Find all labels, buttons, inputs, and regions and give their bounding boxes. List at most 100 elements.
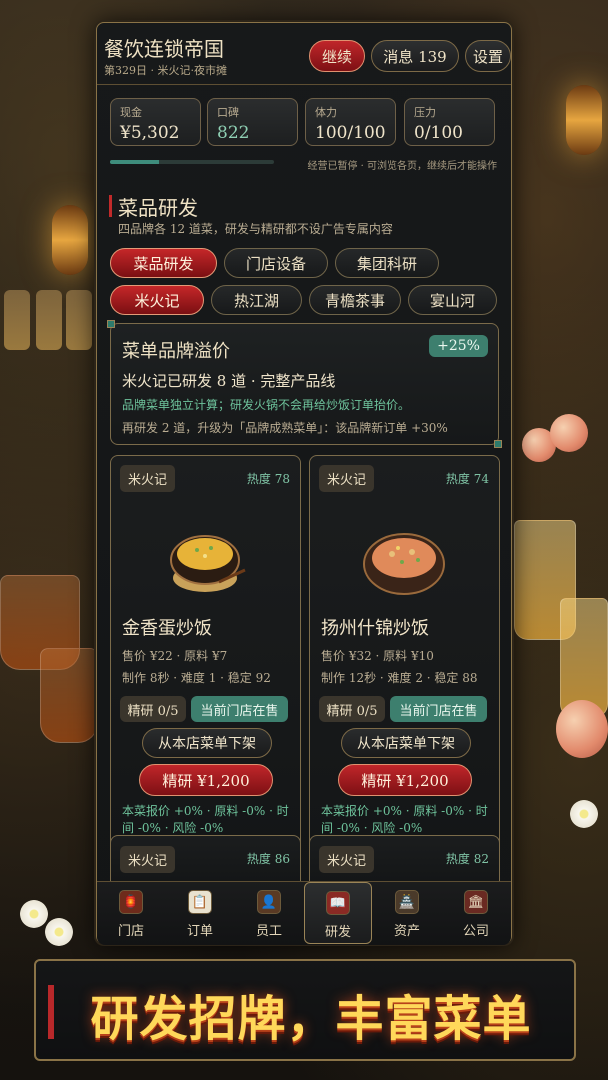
stat-value: 0/100 (414, 123, 463, 143)
banner-accent (48, 985, 54, 1039)
stat-value: 822 (217, 123, 250, 143)
flower-decoration (20, 900, 48, 928)
stat-label: 体力 (315, 106, 337, 119)
order-icon: 📋 (188, 890, 212, 914)
paused-notice: 经营已暂停 · 可浏览各页，继续后才能操作 (307, 161, 497, 172)
jar-decoration (36, 290, 62, 350)
peach-decoration (550, 414, 588, 452)
on-sale-status: 当前门店在售 (390, 696, 487, 722)
section-description: 四品牌各 12 道菜，研发与精研都不设广告专属内容 (118, 222, 393, 236)
company-icon: 🏛 (464, 890, 488, 914)
fried-rice-icon (170, 535, 246, 592)
lantern-decoration (52, 205, 88, 275)
stat-label: 现金 (120, 106, 142, 119)
settings-button[interactable]: 设置 (465, 40, 511, 72)
nav-label: 资产 (393, 924, 420, 939)
menu-premium-card: 菜单品牌溢价 +25% 米火记已研发 8 道 · 完整产品线 品牌菜单独立计算；… (107, 320, 502, 448)
dish-card[interactable]: 米火记 热度 86 (110, 835, 301, 881)
premium-summary: 米火记已研发 8 道 · 完整产品线 (122, 372, 336, 390)
nav-label: 订单 (186, 924, 213, 939)
tab-dish-research[interactable]: 菜品研发 (110, 248, 217, 278)
section-title: 菜品研发 (118, 196, 198, 220)
tab-group-research[interactable]: 集团科研 (335, 248, 439, 278)
nav-orders[interactable]: 📋 订单 (166, 882, 234, 944)
dish-heat: 热度 78 (246, 472, 290, 486)
brand-mihuoji[interactable]: 米火记 (110, 285, 204, 315)
flower-decoration (570, 800, 598, 828)
staff-icon: 👤 (257, 890, 281, 914)
dish-name: 扬州什锦炒饭 (321, 618, 429, 639)
dish-card[interactable]: 米火记 热度 82 (309, 835, 500, 881)
brand-yanshanhe[interactable]: 宴山河 (408, 285, 497, 315)
dish-heat: 热度 82 (445, 852, 489, 866)
dish-heat: 热度 74 (445, 472, 489, 486)
nav-assets[interactable]: 🏯 资产 (373, 882, 441, 944)
on-sale-status: 当前门店在售 (191, 696, 288, 722)
refine-count-tag: 精研 0/5 (120, 696, 186, 722)
dish-price: 售价 ¥22 · 原料 ¥7 (122, 649, 228, 663)
stat-reputation: 口碑 822 (207, 98, 298, 146)
premium-badge: +25% (429, 335, 488, 357)
day-location: 第329日 · 米火记·夜市摊 (104, 64, 227, 77)
dish-heat: 热度 86 (246, 852, 290, 866)
nav-label: 研发 (324, 925, 351, 940)
peach-decoration (556, 700, 608, 758)
premium-title: 菜单品牌溢价 (122, 341, 230, 362)
tab-store-equipment[interactable]: 门店设备 (224, 248, 328, 278)
remove-from-menu-button[interactable]: 从本店菜单下架 (142, 728, 272, 758)
brand-rejianghu[interactable]: 热江湖 (211, 285, 302, 315)
continue-button[interactable]: 继续 (309, 40, 365, 72)
dish-effect-text: 本菜报价 +0% · 原料 -0% · 时间 -0% · 风险 -0% (321, 804, 488, 835)
jar-decoration (66, 290, 92, 350)
stat-pressure: 压力 0/100 (404, 98, 495, 146)
dish-price: 售价 ¥32 · 原料 ¥10 (321, 649, 434, 663)
remove-from-menu-button[interactable]: 从本店菜单下架 (341, 728, 471, 758)
book-icon: 📖 (326, 891, 350, 915)
stat-label: 口碑 (217, 106, 239, 119)
tea-glass-decoration (40, 648, 98, 743)
section-accent (109, 195, 112, 217)
refine-count-tag: 精研 0/5 (319, 696, 385, 722)
game-panel: 餐饮连锁帝国 第329日 · 米火记·夜市摊 继续 消息 139 设置 现金 ¥… (96, 22, 512, 945)
refine-button[interactable]: 精研 ¥1,200 (338, 764, 472, 796)
nav-company[interactable]: 🏛 公司 (442, 882, 510, 944)
stat-label: 压力 (414, 106, 436, 119)
dish-make-info: 制作 8秒 · 难度 1 · 稳定 92 (122, 671, 271, 685)
premium-next-tier: 再研发 2 道，升级为「品牌成熟菜单」：该品牌新订单 +30% (122, 421, 448, 435)
refine-button[interactable]: 精研 ¥1,200 (139, 764, 273, 796)
dish-brand-tag: 米火记 (120, 465, 176, 492)
stat-stamina: 体力 100/100 (305, 98, 396, 146)
stat-value: ¥5,302 (120, 123, 180, 143)
messages-button[interactable]: 消息 139 (371, 40, 459, 72)
day-progress-bar (110, 160, 274, 164)
top-bar: 餐饮连锁帝国 第329日 · 米火记·夜市摊 继续 消息 139 设置 (97, 23, 511, 85)
promo-banner: 研发招牌，丰富菜单 (34, 959, 576, 1061)
lantern-decoration (566, 85, 602, 155)
store-icon: 🏮 (119, 890, 143, 914)
dish-brand-tag: 米火记 (319, 846, 375, 873)
dish-card: 米火记 热度 78 金香蛋炒饭 售价 ¥22 · 原料 ¥7 制作 8秒 · 难… (110, 455, 301, 849)
progress-fill (110, 160, 160, 164)
nav-label: 员工 (255, 924, 282, 939)
bottom-nav: 🏮 门店 📋 订单 👤 员工 📖 研发 🏯 资产 🏛 公司 (97, 881, 511, 945)
corner-ornament (107, 320, 115, 328)
dish-brand-tag: 米火记 (319, 465, 375, 492)
dish-brand-tag: 米火记 (120, 846, 176, 873)
mixed-fried-rice-icon (363, 533, 445, 595)
nav-store[interactable]: 🏮 门店 (97, 882, 165, 944)
stat-cash: 现金 ¥5,302 (110, 98, 201, 146)
corner-ornament (494, 440, 502, 448)
nav-label: 公司 (462, 924, 489, 939)
dish-card: 米火记 热度 74 扬州什锦炒饭 售价 ¥32 · 原料 ¥10 制作 12秒 … (309, 455, 500, 849)
dish-name: 金香蛋炒饭 (122, 618, 212, 639)
jar-decoration (4, 290, 30, 350)
dish-effect-text: 本菜报价 +0% · 原料 -0% · 时间 -0% · 风险 -0% (122, 804, 289, 835)
dish-make-info: 制作 12秒 · 难度 2 · 稳定 88 (321, 671, 478, 685)
nav-research[interactable]: 📖 研发 (304, 882, 372, 944)
stat-value: 100/100 (315, 123, 386, 143)
game-title: 餐饮连锁帝国 (104, 37, 224, 61)
nav-staff[interactable]: 👤 员工 (235, 882, 303, 944)
flower-decoration (45, 918, 73, 946)
asset-icon: 🏯 (395, 890, 419, 914)
brand-qingyan-tea[interactable]: 青檐茶事 (309, 285, 401, 315)
